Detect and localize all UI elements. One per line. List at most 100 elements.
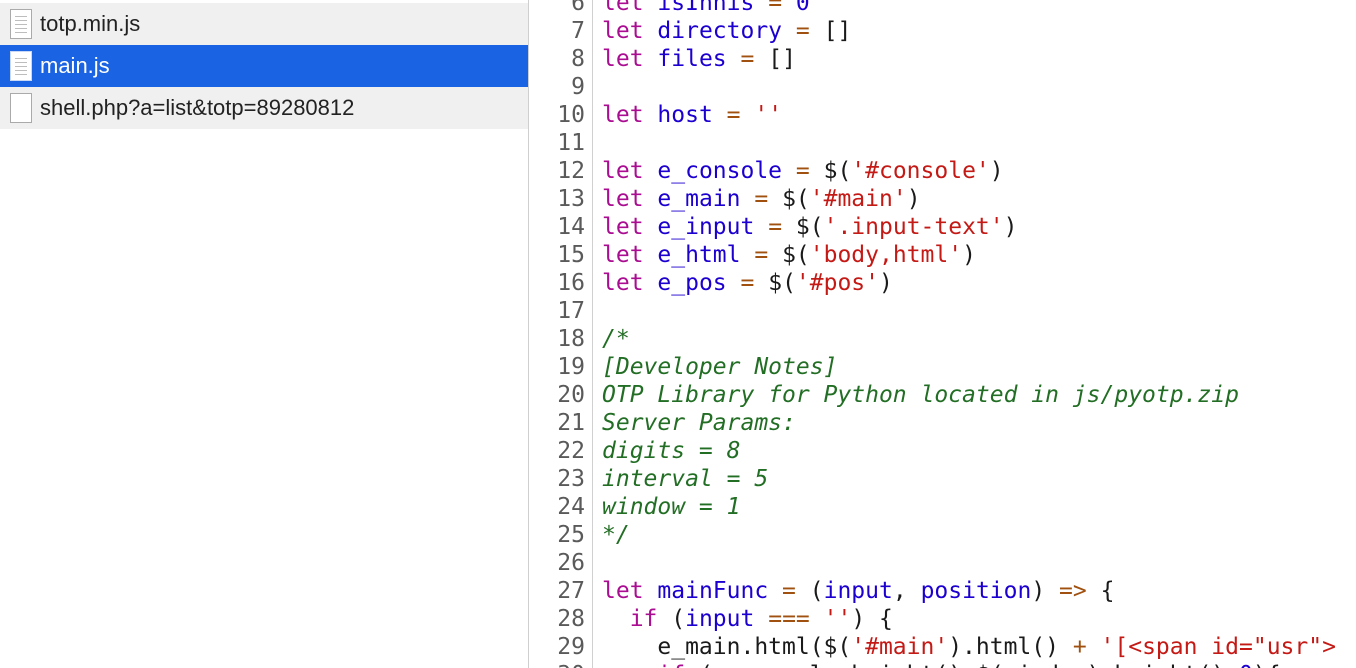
line-number: 7	[571, 18, 585, 44]
code-token: position	[920, 578, 1032, 604]
code-token: e_main	[657, 186, 741, 212]
code-token: let	[602, 214, 644, 240]
code-token: '#console'	[851, 158, 990, 184]
code-line: 29 e_main.html($('#main').html() + '[<sp…	[530, 633, 1356, 661]
code-token: ).html()	[948, 634, 1073, 660]
code-token: let	[602, 578, 644, 604]
code-token: =	[740, 46, 755, 72]
code-line: 27 let mainFunc = (input, position) => {	[530, 577, 1356, 605]
code-text: let e_main = $('#main')	[602, 185, 921, 213]
line-number: 18	[557, 326, 585, 352]
code-token: window = 1	[602, 494, 741, 520]
code-line: 6 let isInnis = 0	[530, 0, 1356, 17]
code-text: e_main.html($('#main').html() + '[<span …	[602, 633, 1336, 661]
code-token: let	[602, 242, 644, 268]
file-item[interactable]: main.js	[0, 45, 528, 87]
document-file-icon	[10, 93, 32, 123]
file-name: shell.php?a=list&totp=89280812	[40, 95, 355, 120]
code-line: 16 let e_pos = $('#pos')	[530, 269, 1356, 297]
line-number: 13	[557, 186, 585, 212]
code-editor[interactable]: 6 let isInnis = 0 7 let directory = [] 8 let …	[530, 0, 1356, 668]
code-token: =	[795, 18, 810, 44]
gutter-divider	[592, 0, 593, 668]
code-token: =	[740, 270, 755, 296]
code-token: []	[809, 18, 852, 44]
code-text: let directory = []	[602, 17, 851, 45]
code-token: $(	[754, 270, 796, 296]
code-token: )	[1031, 578, 1060, 604]
code-token: 'body,html'	[809, 242, 963, 268]
code-token: if	[657, 662, 685, 668]
code-token: isInnis	[657, 0, 755, 16]
code-token: digits = 8	[602, 438, 741, 464]
line-number: 11	[557, 130, 585, 156]
line-number: 9	[571, 74, 585, 100]
code-line: 7 let directory = []	[530, 17, 1356, 45]
code-token: host	[657, 102, 713, 128]
code-line: 30 if (e_console.height() $(window).heig…	[530, 661, 1356, 668]
code-token: )	[879, 270, 893, 296]
code-token: =	[726, 102, 741, 128]
line-number: 20	[557, 382, 585, 408]
code-token: input	[823, 578, 893, 604]
code-text: if (input === '') {	[602, 605, 893, 633]
code-token: (e_console.height() $(window).height()	[685, 662, 1225, 668]
code-line: 21 Server Params:	[530, 409, 1356, 437]
code-line: 12 let e_console = $('#console')	[530, 157, 1356, 185]
code-token: =	[795, 158, 810, 184]
code-token: '#main'	[809, 186, 907, 212]
code-token: ){e_c	[1253, 662, 1322, 668]
code-line: 9	[530, 73, 1356, 101]
code-text: /*	[602, 325, 630, 353]
code-token: $(	[768, 186, 810, 212]
code-token: $(	[768, 242, 810, 268]
code-token: []	[754, 46, 796, 72]
line-number: 8	[571, 46, 585, 72]
code-token: 0	[795, 0, 810, 16]
code-line: 24 window = 1	[530, 493, 1356, 521]
code-token: let	[602, 46, 644, 72]
code-line: 13 let e_main = $('#main')	[530, 185, 1356, 213]
code-token: let	[602, 102, 644, 128]
code-token: ''	[823, 606, 852, 632]
code-token: ) {	[851, 606, 893, 632]
code-line: 17	[530, 297, 1356, 325]
code-token: )	[962, 242, 976, 268]
code-token: let	[602, 0, 644, 16]
file-item[interactable]: shell.php?a=list&totp=89280812	[0, 87, 528, 129]
code-token: let	[602, 270, 644, 296]
code-token: 0	[1239, 662, 1253, 668]
code-token: ''	[754, 102, 783, 128]
code-token: +	[1072, 634, 1087, 660]
code-token: e_pos	[657, 270, 727, 296]
line-number: 10	[557, 102, 585, 128]
code-line: 19 [Developer Notes]	[530, 353, 1356, 381]
file-item[interactable]: totp.min.js	[0, 3, 528, 45]
code-token: )	[906, 186, 921, 212]
line-number: 30	[530, 661, 585, 668]
code-text: let files = []	[602, 45, 796, 73]
code-token: =	[768, 0, 783, 16]
code-token: OTP Library for Python located in js/pyo…	[602, 382, 1239, 408]
line-number: 6	[571, 0, 585, 16]
line-number: 25	[557, 522, 585, 548]
code-token: interval = 5	[602, 466, 769, 492]
line-number: 28	[557, 606, 585, 632]
code-text: window = 1	[602, 493, 740, 521]
code-token: [Developer Notes]	[602, 354, 838, 380]
line-number: 29	[557, 634, 585, 660]
code-token: =	[782, 578, 796, 604]
